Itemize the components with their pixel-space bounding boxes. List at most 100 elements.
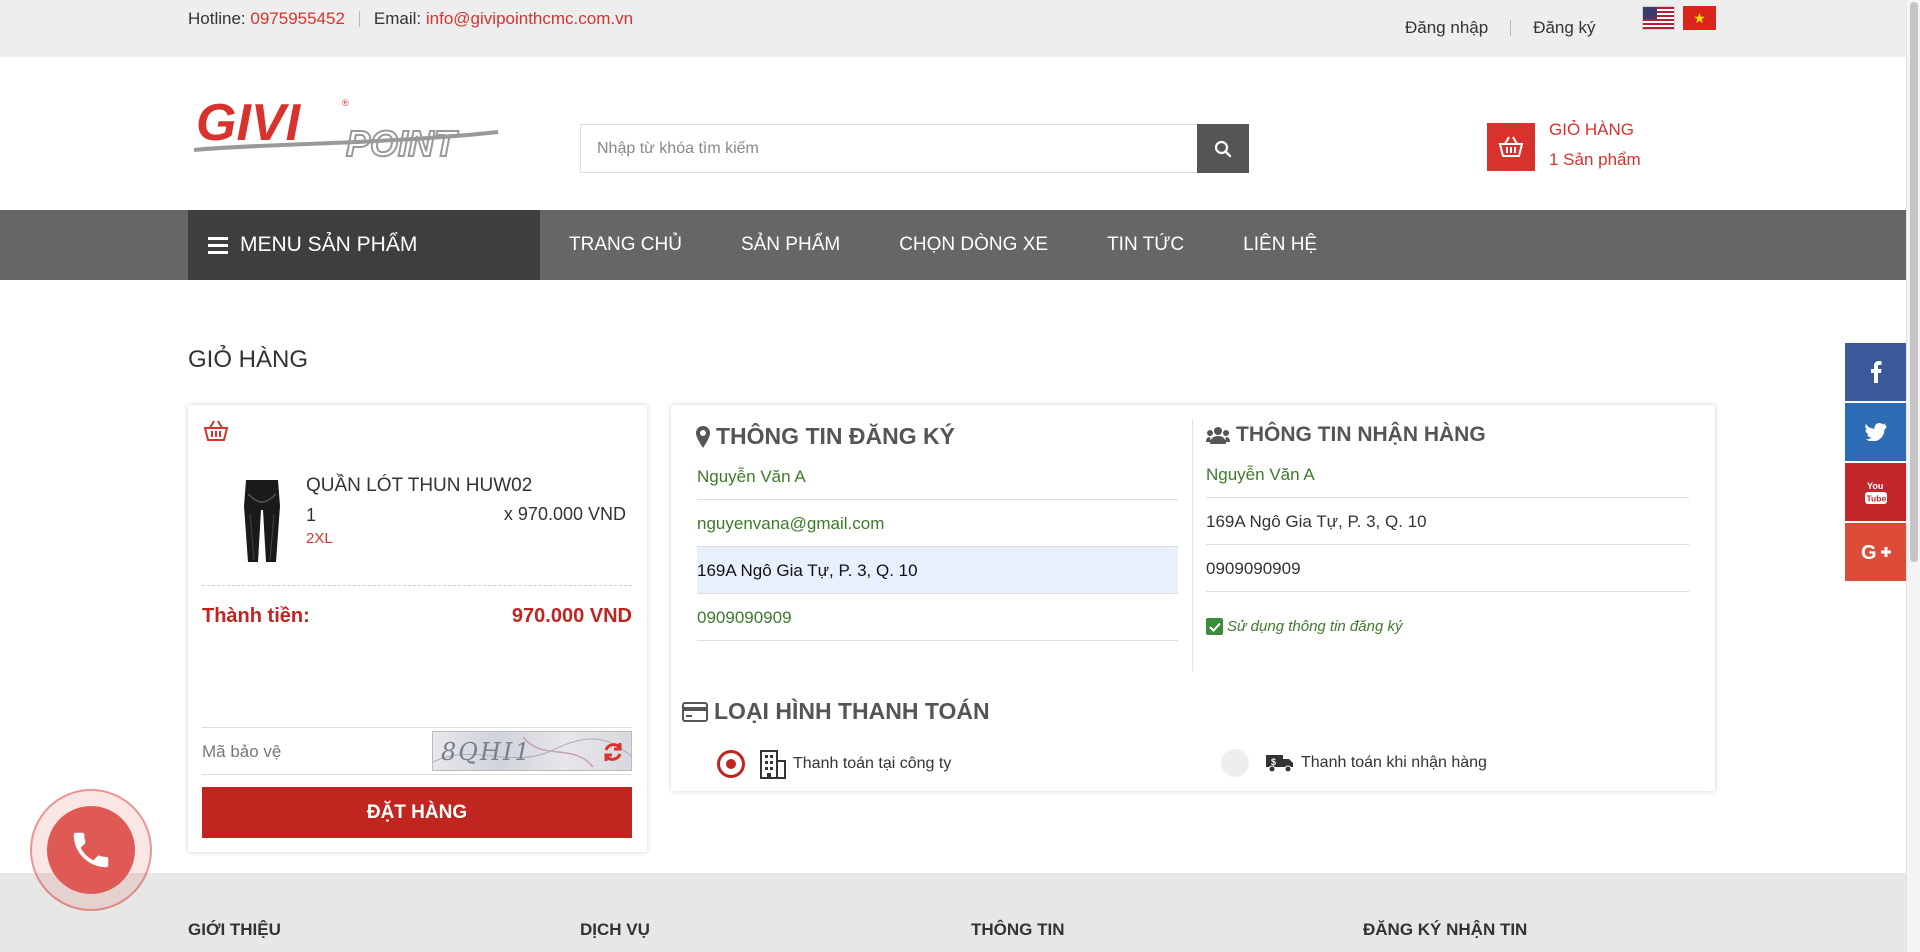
- hamburger-icon: [208, 236, 228, 254]
- delivery-truck-icon: $: [1266, 755, 1293, 773]
- place-order-button[interactable]: ĐẶT HÀNG: [202, 787, 632, 838]
- google-plus-icon: G: [1861, 542, 1891, 562]
- captcha-input[interactable]: Mã bảo vệ: [202, 742, 281, 762]
- twitter-icon: [1864, 423, 1886, 441]
- basket-icon: [1487, 123, 1535, 171]
- use-registration-checkbox[interactable]: Sử dụng thông tin đăng ký: [1206, 618, 1402, 635]
- givi-point-logo[interactable]: GIVI POINT ®: [190, 92, 502, 165]
- captcha-code: 8QHI1: [441, 738, 532, 766]
- divider: [1192, 419, 1193, 671]
- cart-count: 1 Sản phẩm: [1549, 150, 1641, 169]
- svg-text:GIVI: GIVI: [196, 94, 302, 152]
- total-label: Thành tiền:: [202, 605, 310, 627]
- svg-text:Tube: Tube: [1866, 494, 1886, 504]
- payment-option-cod[interactable]: $ Thanh toán khi nhận hàng: [1221, 749, 1487, 777]
- footer-services-heading: DỊCH VỤ: [580, 920, 650, 939]
- twitter-button[interactable]: [1845, 403, 1906, 461]
- product-size: 2XL: [306, 530, 333, 547]
- footer: GIỚI THIỆU DỊCH VỤ THÔNG TIN ĐĂNG KÝ NHẬ…: [0, 873, 1906, 952]
- divider: [358, 11, 360, 27]
- vn-flag-icon[interactable]: ★: [1683, 6, 1716, 30]
- footer-info-heading: THÔNG TIN: [971, 920, 1065, 939]
- facebook-button[interactable]: [1845, 343, 1906, 401]
- divider: [202, 585, 632, 586]
- cart-title: GIỎ HÀNG: [1549, 120, 1635, 139]
- svg-text:You: You: [1867, 481, 1883, 491]
- users-icon: [1206, 427, 1230, 444]
- registration-heading: THÔNG TIN ĐĂNG KÝ: [696, 423, 955, 450]
- nav-home[interactable]: TRANG CHỦ: [569, 234, 682, 256]
- svg-text:G: G: [1861, 542, 1877, 562]
- product-menu-label: MENU SẢN PHẨM: [240, 233, 418, 256]
- payment-option-company[interactable]: Thanh toán tại công ty: [717, 749, 951, 779]
- main-navbar: MENU SẢN PHẨM TRANG CHỦ SẢN PHẨM CHỌN DÒ…: [0, 210, 1906, 280]
- footer-newsletter-heading: ĐĂNG KÝ NHẬN TIN: [1363, 920, 1528, 939]
- email-label: Email:: [373, 9, 422, 28]
- total-value: 970.000 VND: [511, 605, 632, 627]
- header-cart[interactable]: GIỎ HÀNG 1 Sản phẩm: [1487, 120, 1641, 175]
- receiving-heading: THÔNG TIN NHẬN HÀNG: [1206, 423, 1486, 447]
- refresh-icon[interactable]: [601, 740, 625, 764]
- reg-name-field[interactable]: Nguyễn Văn A: [697, 453, 1178, 500]
- register-link[interactable]: Đăng ký: [1533, 18, 1595, 38]
- youtube-icon: You Tube: [1864, 481, 1887, 504]
- facebook-icon: [1870, 361, 1882, 383]
- nav-products[interactable]: SẢN PHẨM: [741, 234, 840, 256]
- page-scrollbar[interactable]: [1906, 0, 1920, 952]
- call-button[interactable]: [30, 789, 152, 911]
- phone-icon: [73, 832, 109, 868]
- checkout-info-panel: THÔNG TIN ĐĂNG KÝ THÔNG TIN NHẬN HÀNG Ng…: [671, 405, 1715, 791]
- reg-phone-field[interactable]: 0909090909: [697, 594, 1178, 641]
- hotline-link[interactable]: 0975955452: [250, 9, 345, 29]
- use-registration-label: Sử dụng thông tin đăng ký: [1227, 618, 1403, 635]
- svg-text:®: ®: [342, 98, 349, 108]
- map-marker-icon: [696, 425, 710, 448]
- contact-info: Hotline: 0975955452 Email: info@givipoin…: [188, 9, 633, 29]
- radio-selected[interactable]: [717, 750, 745, 778]
- recv-phone-field[interactable]: 0909090909: [1206, 545, 1689, 592]
- search-bar: [580, 124, 1249, 173]
- payment-option-company-label: Thanh toán tại công ty: [793, 755, 952, 772]
- cart-summary-panel: QUẦN LÓT THUN HUW02 1 x 970.000 VND 2XL …: [188, 405, 647, 852]
- account-links: Đăng nhập Đăng ký: [1405, 18, 1596, 38]
- nav-contact[interactable]: LIÊN HỆ: [1243, 234, 1317, 256]
- hotline-label: Hotline:: [188, 9, 246, 28]
- google-plus-button[interactable]: G: [1845, 523, 1906, 581]
- page-title: GIỎ HÀNG: [188, 346, 309, 373]
- footer-about-heading: GIỚI THIỆU: [188, 920, 281, 939]
- top-bar: Hotline: 0975955452 Email: info@givipoin…: [0, 0, 1906, 57]
- youtube-button[interactable]: You Tube: [1845, 463, 1906, 521]
- search-input[interactable]: [580, 124, 1197, 173]
- product-quantity: 1: [306, 505, 317, 525]
- login-link[interactable]: Đăng nhập: [1405, 18, 1488, 38]
- receiving-title: THÔNG TIN NHẬN HÀNG: [1236, 423, 1486, 446]
- product-name[interactable]: QUẦN LÓT THUN HUW02: [306, 475, 532, 497]
- recv-name-field[interactable]: Nguyễn Văn A: [1206, 451, 1689, 498]
- credit-card-icon: [682, 701, 708, 722]
- captcha-row: Mã bảo vệ 8QHI1: [202, 727, 632, 775]
- product-menu-button[interactable]: MENU SẢN PHẨM: [188, 210, 540, 280]
- payment-heading: LOẠI HÌNH THANH TOÁN: [682, 698, 990, 725]
- search-button[interactable]: [1197, 124, 1249, 173]
- reg-email-field[interactable]: nguyenvana@gmail.com: [697, 500, 1178, 547]
- divider: [1510, 20, 1512, 36]
- basket-icon: [202, 419, 230, 448]
- payment-title: LOẠI HÌNH THANH TOÁN: [714, 698, 990, 724]
- building-icon: [760, 750, 786, 779]
- product-image[interactable]: [232, 476, 292, 566]
- svg-text:POINT: POINT: [346, 123, 459, 160]
- email-link[interactable]: info@givipointhcmc.com.vn: [426, 9, 633, 29]
- nav-news[interactable]: TIN TỨC: [1107, 234, 1184, 256]
- recv-address-field[interactable]: 169A Ngô Gia Tự, P. 3, Q. 10: [1206, 498, 1689, 545]
- reg-address-field[interactable]: 169A Ngô Gia Tự, P. 3, Q. 10: [697, 547, 1178, 594]
- payment-option-cod-label: Thanh toán khi nhận hàng: [1301, 754, 1487, 771]
- product-price: x 970.000 VND: [503, 504, 626, 524]
- svg-text:$: $: [1271, 757, 1276, 767]
- radio-unselected[interactable]: [1221, 749, 1249, 777]
- nav-choose-bike[interactable]: CHỌN DÒNG XE: [899, 234, 1048, 256]
- search-icon: [1214, 140, 1232, 157]
- scrollbar-thumb[interactable]: [1910, 2, 1918, 562]
- captcha-image: 8QHI1: [432, 731, 632, 771]
- us-flag-icon[interactable]: [1642, 6, 1675, 30]
- checkbox-checked-icon: [1206, 618, 1223, 635]
